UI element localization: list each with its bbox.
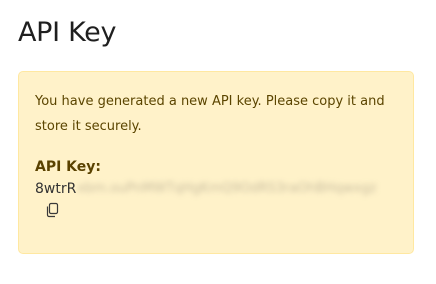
api-key-value[interactable]: 8wtrR xbm.ouPnMWTqHgKmQ9OdRS3raOhBHqwxgz <box>35 178 397 200</box>
copy-icon <box>46 202 59 218</box>
api-key-label: API Key: <box>35 159 102 175</box>
copy-button[interactable] <box>44 202 60 218</box>
api-key-visible-part: 8wtrR <box>35 181 77 197</box>
api-key-blurred-part: xbm.ouPnMWTqHgKmQ9OdRS3raOhBHqwxgz <box>77 181 377 196</box>
page-container: API Key You have generated a new API key… <box>18 0 418 254</box>
api-key-alert: You have generated a new API key. Please… <box>18 71 414 254</box>
page-title: API Key <box>18 17 117 48</box>
alert-message: You have generated a new API key. Please… <box>35 94 385 134</box>
